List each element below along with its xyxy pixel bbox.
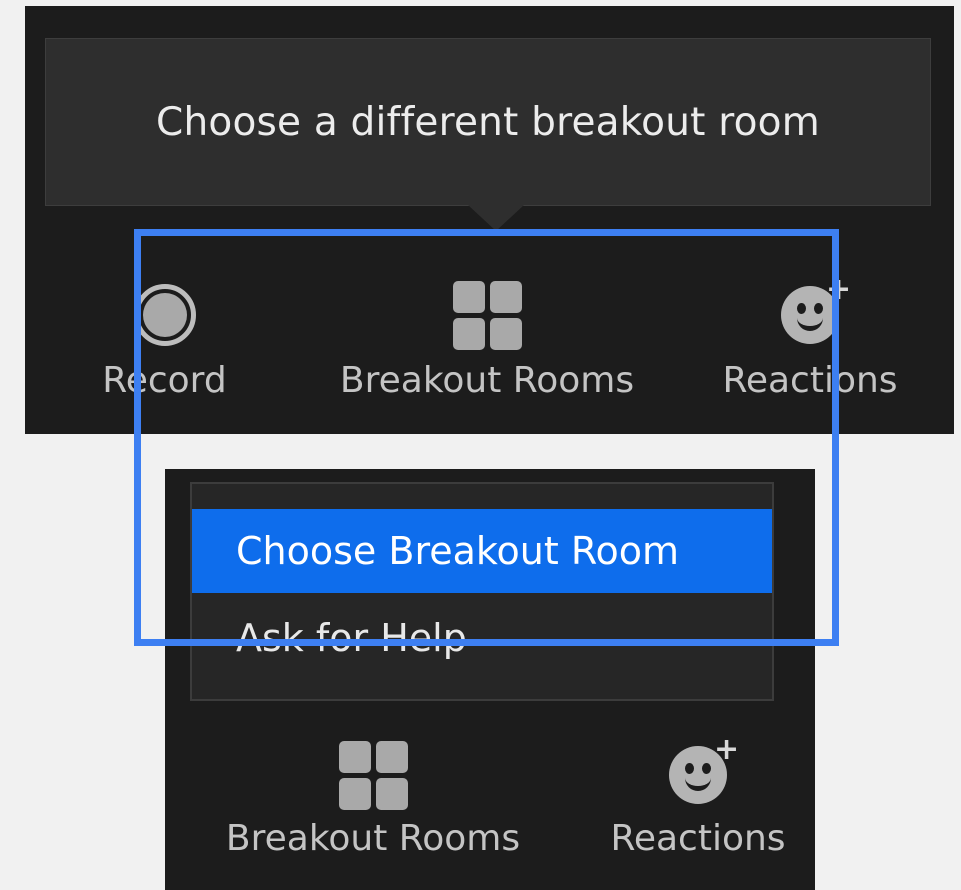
breakout-rooms-button[interactable]: Breakout Rooms — [322, 275, 652, 401]
menu-item-label: Ask for Help — [236, 616, 467, 660]
record-icon — [133, 275, 196, 355]
screenshot-stage: Choose a different breakout room Record … — [0, 0, 961, 890]
reactions-label: Reactions — [610, 818, 786, 859]
grid-icon — [338, 735, 408, 815]
smiley-plus-icon: + — [658, 735, 739, 815]
breakout-rooms-label: Breakout Rooms — [339, 360, 635, 401]
breakout-dropdown-menu: Choose Breakout Room Ask for Help — [190, 482, 774, 701]
record-label: Record — [102, 360, 227, 401]
breakout-rooms-label: Breakout Rooms — [225, 818, 521, 859]
grid-icon — [452, 275, 522, 355]
reactions-label: Reactions — [722, 360, 898, 401]
menu-item-label: Choose Breakout Room — [236, 529, 680, 573]
tooltip-arrow — [468, 205, 524, 231]
menu-item-ask-for-help[interactable]: Ask for Help — [192, 596, 772, 680]
menu-item-choose-breakout-room[interactable]: Choose Breakout Room — [192, 509, 772, 593]
reactions-button[interactable]: + Reactions — [712, 275, 908, 401]
smiley-plus-icon: + — [770, 275, 851, 355]
reactions-button[interactable]: + Reactions — [600, 735, 796, 859]
tooltip-text: Choose a different breakout room — [156, 99, 820, 145]
tooltip: Choose a different breakout room — [45, 38, 931, 206]
record-button[interactable]: Record — [92, 275, 237, 401]
breakout-rooms-button[interactable]: Breakout Rooms — [208, 735, 538, 859]
